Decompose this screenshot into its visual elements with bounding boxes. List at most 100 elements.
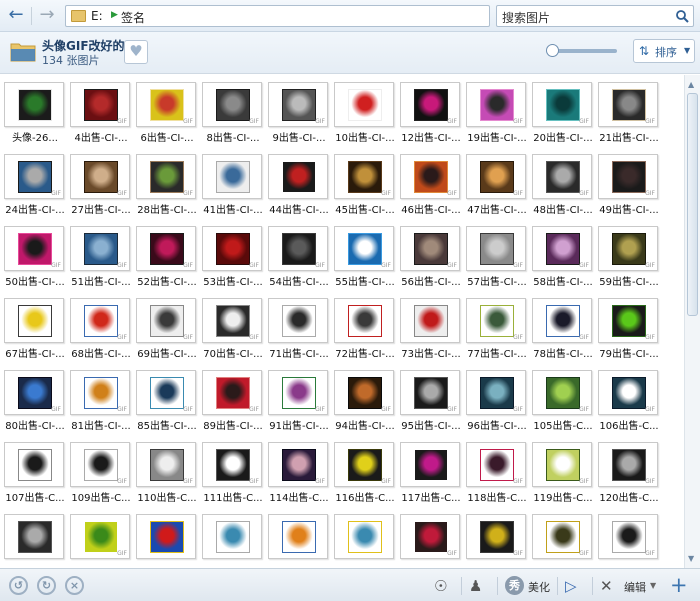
favorite-heart-icon[interactable]: ♥ <box>124 40 148 64</box>
thumbnail-item[interactable]: 41出售-CI-... <box>200 152 266 224</box>
thumbnail-image[interactable]: GIF <box>466 298 526 343</box>
thumbnail-image[interactable]: GIF <box>268 226 328 271</box>
thumbnail-item[interactable]: GIF 96出售-CI-... <box>464 368 530 440</box>
thumbnail-item[interactable]: GIF <box>596 512 662 568</box>
thumbnail-item[interactable]: 117出售-C... <box>398 440 464 512</box>
thumbnail-item[interactable]: GIF 50出售-CI-... <box>2 224 68 296</box>
thumbnail-image[interactable]: GIF <box>334 154 394 199</box>
thumbnail-image[interactable]: GIF <box>466 82 526 127</box>
thumbnail-image[interactable]: GIF <box>136 154 196 199</box>
thumbnail-item[interactable]: GIF 120出售-C... <box>596 440 662 512</box>
address-drive[interactable]: E: <box>91 9 103 23</box>
thumbnail-item[interactable]: 73出售-CI-... <box>398 296 464 368</box>
thumbnail-image[interactable]: GIF <box>598 370 658 415</box>
thumbnail-image[interactable]: GIF <box>70 154 130 199</box>
thumbnail-item[interactable]: GIF 58出售-CI-... <box>530 224 596 296</box>
sort-button[interactable]: ⇅ 排序 ▼ <box>633 39 695 63</box>
thumbnail-image[interactable]: GIF <box>268 442 328 487</box>
thumbnail-item[interactable]: GIF <box>530 512 596 568</box>
chevron-down-icon[interactable]: ▼ <box>650 581 656 590</box>
thumbnail-image[interactable] <box>334 82 394 127</box>
thumbnail-item[interactable]: GIF 78出售-CI-... <box>530 296 596 368</box>
thumbnail-item[interactable]: 67出售-CI-... <box>2 296 68 368</box>
forward-arrow-icon[interactable]: → <box>36 6 58 26</box>
thumbnail-image[interactable]: GIF <box>532 226 592 271</box>
thumbnail-item[interactable]: GIF 69出售-CI-... <box>134 296 200 368</box>
thumbnail-image[interactable]: GIF <box>466 154 526 199</box>
thumbnail-item[interactable]: GIF 116出售-C... <box>332 440 398 512</box>
thumbnail-image[interactable] <box>334 514 394 559</box>
thumbnail-image[interactable]: GIF <box>334 226 394 271</box>
thumbnail-item[interactable]: GIF 19出售-CI-... <box>464 80 530 152</box>
thumbnail-image[interactable]: GIF <box>70 82 130 127</box>
thumbnail-image[interactable]: GIF <box>598 82 658 127</box>
thumbnail-item[interactable]: GIF 95出售-CI-... <box>398 368 464 440</box>
delete-icon[interactable]: × <box>65 576 84 595</box>
thumbnail-item[interactable]: GIF 24出售-CI-... <box>2 152 68 224</box>
scroll-down-icon[interactable]: ▼ <box>688 554 694 563</box>
thumbnail-image[interactable]: GIF <box>334 370 394 415</box>
thumbnail-image[interactable]: GIF <box>70 370 130 415</box>
thumbnail-item[interactable] <box>134 512 200 568</box>
thumbnail-item[interactable]: GIF 80出售-CI-... <box>2 368 68 440</box>
thumbnail-image[interactable]: GIF <box>268 370 328 415</box>
thumbnail-image[interactable]: GIF <box>598 442 658 487</box>
thumbnail-item[interactable]: GIF 45出售-CI-... <box>332 152 398 224</box>
thumbnail-image[interactable]: GIF <box>466 370 526 415</box>
thumbnail-item[interactable]: GIF 56出售-CI-... <box>398 224 464 296</box>
thumbnail-item[interactable]: 72出售-CI-... <box>332 296 398 368</box>
thumbnail-image[interactable]: GIF <box>70 442 130 487</box>
thumbnail-item[interactable] <box>266 512 332 568</box>
thumbnail-item[interactable]: GIF 94出售-CI-... <box>332 368 398 440</box>
weibo-share-icon[interactable]: ☉ <box>434 576 447 596</box>
thumbnail-image[interactable] <box>400 442 460 487</box>
search-field[interactable]: 搜索图片 <box>496 5 694 27</box>
vertical-scrollbar[interactable]: ▲ ▼ <box>684 75 700 568</box>
thumbnail-image[interactable]: GIF <box>598 514 658 559</box>
rotate-right-icon[interactable]: ↻ <box>37 576 56 595</box>
people-icon[interactable]: ♟ <box>469 576 482 596</box>
thumbnail-item[interactable]: GIF 28出售-CI-... <box>134 152 200 224</box>
thumbnail-image[interactable]: GIF <box>202 298 262 343</box>
thumbnail-item[interactable]: 107出售-C... <box>2 440 68 512</box>
thumbnail-image[interactable]: GIF <box>268 82 328 127</box>
thumbnail-item[interactable]: GIF 55出售-CI-... <box>332 224 398 296</box>
thumbnail-image[interactable] <box>268 298 328 343</box>
thumbnail-image[interactable] <box>4 514 64 559</box>
add-icon[interactable]: + <box>670 574 688 596</box>
thumbnail-image[interactable] <box>202 154 262 199</box>
thumbnail-image[interactable] <box>136 514 196 559</box>
thumbnail-image[interactable] <box>4 298 64 343</box>
breadcrumb-arrow-icon[interactable]: ▶ <box>111 10 118 20</box>
thumbnail-item[interactable]: GIF 70出售-CI-... <box>200 296 266 368</box>
thumbnail-item[interactable] <box>332 512 398 568</box>
search-icon[interactable] <box>675 9 689 23</box>
thumbnail-image[interactable]: GIF <box>136 442 196 487</box>
thumbnail-item[interactable]: GIF 48出售-CI-... <box>530 152 596 224</box>
thumbnail-item[interactable]: GIF 49出售-CI-... <box>596 152 662 224</box>
thumbnail-item[interactable] <box>200 512 266 568</box>
thumbnail-image[interactable]: GIF <box>466 442 526 487</box>
thumbnail-image[interactable] <box>202 514 262 559</box>
thumbnail-image[interactable]: GIF <box>400 82 460 127</box>
thumbnail-item[interactable]: GIF 4出售-CI-... <box>68 80 134 152</box>
thumbnail-image[interactable]: GIF <box>202 442 262 487</box>
thumbnail-image[interactable]: GIF <box>400 514 460 559</box>
rotate-left-icon[interactable]: ↺ <box>9 576 28 595</box>
thumbnail-image[interactable] <box>4 442 64 487</box>
thumbnail-item[interactable]: GIF 91出售-CI-... <box>266 368 332 440</box>
edit-label[interactable]: 编辑 <box>624 579 646 595</box>
thumbnail-item[interactable]: 44出售-CI-... <box>266 152 332 224</box>
thumbnail-image[interactable]: GIF <box>136 370 196 415</box>
thumbnail-image[interactable]: GIF <box>400 226 460 271</box>
thumbnail-image[interactable]: GIF <box>400 154 460 199</box>
thumbnail-image[interactable]: GIF <box>598 298 658 343</box>
thumbnail-item[interactable]: GIF 110出售-C... <box>134 440 200 512</box>
thumbnail-image[interactable]: GIF <box>532 514 592 559</box>
thumbnail-item[interactable]: GIF <box>398 512 464 568</box>
thumbnail-item[interactable]: GIF 85出售-CI-... <box>134 368 200 440</box>
thumbnail-item[interactable]: GIF 106出售-C... <box>596 368 662 440</box>
thumbnail-image[interactable]: GIF <box>70 226 130 271</box>
address-folder[interactable]: 签名 <box>121 9 145 26</box>
thumbnail-item[interactable]: GIF 111出售-C... <box>200 440 266 512</box>
